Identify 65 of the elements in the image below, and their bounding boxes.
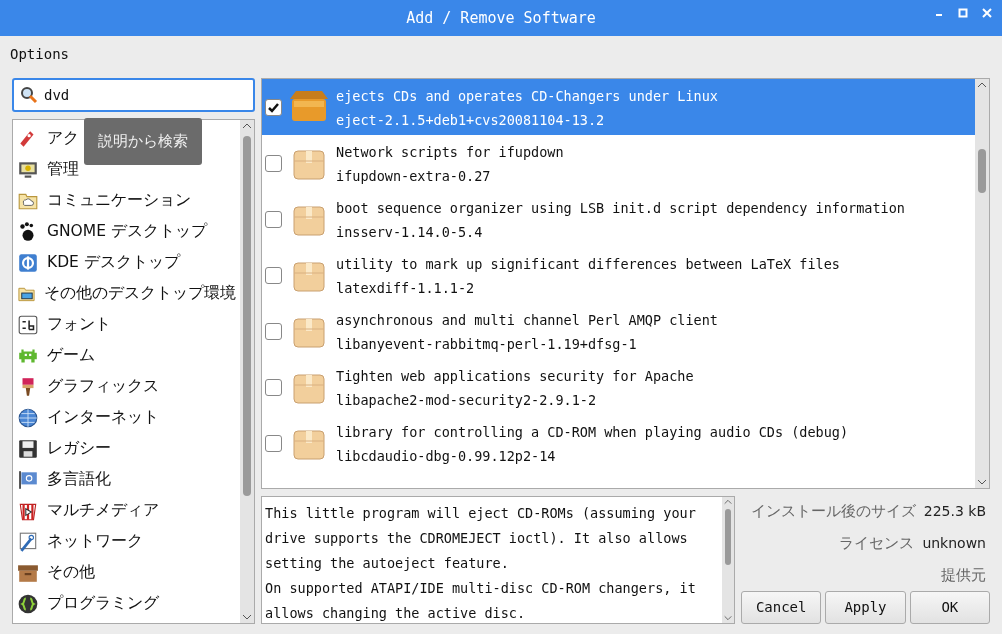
package-summary: asynchronous and multi channel Perl AMQP client	[336, 311, 718, 330]
package-summary: boot sequence organizer using LSB init.d script dependency information	[336, 199, 905, 218]
search-icon	[20, 86, 38, 104]
search-field[interactable]: dvd	[12, 78, 255, 112]
category-item[interactable]: インターネット	[47, 405, 159, 430]
package-name: eject-2.1.5+deb1+cvs20081104-13.2	[336, 111, 606, 130]
package-summary: library for controlling a CD-ROM when playing audio CDs (debug)	[336, 423, 849, 442]
package-name: libapache2-mod-security2-2.9.1-2	[336, 391, 598, 410]
scrollbar-thumb[interactable]	[978, 149, 986, 193]
detail-label: ライセンス	[839, 532, 915, 554]
scrollbar[interactable]	[240, 120, 254, 623]
category-item[interactable]: GNOME デスクトップ	[47, 219, 207, 244]
scrollbar-thumb[interactable]	[243, 136, 251, 496]
category-item[interactable]: その他のデスクトップ環境	[44, 281, 236, 306]
pen-icon	[17, 530, 39, 553]
category-item[interactable]: コミュニケーション	[47, 188, 191, 213]
package-name: libcdaudio-dbg-0.99.12p2-14	[336, 447, 557, 466]
checkbox[interactable]	[265, 323, 282, 340]
detail-value: unknown	[922, 533, 986, 553]
detail-label: 提供元	[941, 564, 986, 586]
scrollbar[interactable]	[975, 79, 989, 488]
package-name: libanyevent-rabbitmq-perl-1.19+dfsg-1	[336, 335, 638, 354]
package-summary: ejects CDs and operates CD-Changers under Linux	[336, 87, 718, 106]
dialog-button[interactable]: Cancel	[741, 591, 822, 624]
checkbox[interactable]	[265, 435, 282, 452]
checkbox[interactable]	[265, 155, 282, 172]
category-item[interactable]: プログラミング	[47, 591, 159, 616]
font-icon	[17, 313, 39, 336]
detail-value: 225.3 kB	[923, 501, 986, 521]
scrollbar-thumb[interactable]	[725, 509, 731, 565]
checkbox[interactable]	[265, 379, 282, 396]
category-item[interactable]: その他	[47, 560, 95, 585]
category-item[interactable]: アク	[47, 126, 79, 151]
dialog-button[interactable]: OK	[909, 591, 990, 624]
package-summary: utility to mark up significant differences between LaTeX files	[336, 255, 840, 274]
detail-label: インストール後のサイズ	[750, 500, 916, 522]
checkbox[interactable]	[265, 211, 282, 228]
category-item[interactable]: フォント	[47, 312, 111, 337]
category-item[interactable]: KDE デスクトップ	[47, 250, 180, 275]
package-summary: Network scripts for ifupdown	[336, 143, 564, 162]
package-row[interactable]: ejects CDs and operates CD-Changers under Linux eject-2.1.5+deb1+cvs20081104-13.2	[262, 79, 975, 135]
package-name: insserv-1.14.0-5.4	[336, 223, 484, 242]
package-name: ifupdown-extra-0.27	[336, 167, 492, 186]
category-item[interactable]: ネットワーク	[47, 529, 143, 554]
options-menu[interactable]: Options	[10, 46, 69, 62]
flag-icon	[17, 468, 39, 491]
category-item[interactable]: ゲーム	[47, 343, 95, 368]
checkbox[interactable]	[265, 99, 282, 116]
category-item[interactable]: マルチメディア	[47, 498, 159, 523]
category-item[interactable]: 管理	[47, 157, 79, 182]
category-item[interactable]: 多言語化	[47, 467, 111, 492]
maximize-icon[interactable]	[958, 8, 968, 18]
package-name: latexdiff-1.1.1-2	[336, 279, 476, 298]
scrollbar[interactable]	[722, 497, 734, 623]
checkbox[interactable]	[265, 267, 282, 284]
braces-icon	[17, 592, 39, 615]
category-item[interactable]: グラフィックス	[47, 374, 159, 399]
package-summary: Tighten web applications security for Apache	[336, 367, 694, 386]
window-title: Add / Remove Software	[406, 7, 596, 29]
category-item[interactable]: レガシー	[47, 436, 111, 461]
close-icon[interactable]	[982, 8, 992, 18]
tooltip: 説明から検索	[84, 118, 202, 165]
globe-icon	[17, 406, 39, 429]
description-text: This little program will eject CD-ROMs (assuming your drive supports the CDROMEJECT ioctl). It also allows setting the autoeject feature. On supported ATAPI/IDE multi-disc CD-ROM changers, it allows changing the active disc.	[264, 504, 697, 623]
dialog-button[interactable]: Apply	[825, 591, 906, 624]
